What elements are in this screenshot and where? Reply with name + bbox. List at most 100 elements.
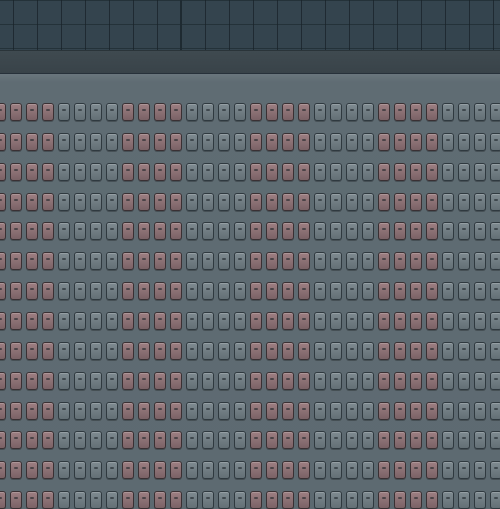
step-button[interactable] <box>170 491 182 509</box>
step-button[interactable] <box>138 103 150 121</box>
step-button[interactable] <box>346 491 358 509</box>
step-button[interactable] <box>26 491 38 509</box>
step-button[interactable] <box>330 491 342 509</box>
step-button[interactable] <box>458 402 470 420</box>
step-button[interactable] <box>458 461 470 479</box>
step-button[interactable] <box>266 491 278 509</box>
step-button[interactable] <box>330 461 342 479</box>
step-button[interactable] <box>106 491 118 509</box>
step-button[interactable] <box>74 282 86 300</box>
step-button[interactable] <box>346 431 358 449</box>
step-button[interactable] <box>42 282 54 300</box>
step-button[interactable] <box>250 372 262 390</box>
step-button[interactable] <box>202 282 214 300</box>
step-button[interactable] <box>106 163 118 181</box>
step-button[interactable] <box>474 193 486 211</box>
step-button[interactable] <box>26 431 38 449</box>
step-button[interactable] <box>362 103 374 121</box>
step-button[interactable] <box>106 372 118 390</box>
step-button[interactable] <box>250 133 262 151</box>
step-button[interactable] <box>58 163 70 181</box>
step-button[interactable] <box>394 372 406 390</box>
step-button[interactable] <box>474 312 486 330</box>
step-button[interactable] <box>26 252 38 270</box>
step-button[interactable] <box>218 491 230 509</box>
step-button[interactable] <box>42 461 54 479</box>
step-button[interactable] <box>474 342 486 360</box>
step-button[interactable] <box>106 282 118 300</box>
step-button[interactable] <box>154 372 166 390</box>
step-button[interactable] <box>74 252 86 270</box>
step-button[interactable] <box>314 103 326 121</box>
step-button[interactable] <box>90 282 102 300</box>
step-button[interactable] <box>330 312 342 330</box>
step-button[interactable] <box>330 222 342 240</box>
step-button[interactable] <box>138 222 150 240</box>
step-button[interactable] <box>154 461 166 479</box>
step-button[interactable] <box>442 342 454 360</box>
step-button[interactable] <box>298 342 310 360</box>
step-button[interactable] <box>106 342 118 360</box>
step-button[interactable] <box>154 402 166 420</box>
step-button[interactable] <box>122 103 134 121</box>
step-button[interactable] <box>42 103 54 121</box>
step-button[interactable] <box>218 312 230 330</box>
step-button[interactable] <box>266 431 278 449</box>
step-button[interactable] <box>234 431 246 449</box>
step-button[interactable] <box>282 431 294 449</box>
step-button[interactable] <box>378 163 390 181</box>
step-button[interactable] <box>10 103 22 121</box>
step-button[interactable] <box>426 372 438 390</box>
step-button[interactable] <box>474 402 486 420</box>
step-button[interactable] <box>458 431 470 449</box>
step-button[interactable] <box>314 402 326 420</box>
step-button[interactable] <box>282 103 294 121</box>
step-button[interactable] <box>42 372 54 390</box>
step-button[interactable] <box>154 342 166 360</box>
step-button[interactable] <box>74 163 86 181</box>
step-button[interactable] <box>442 222 454 240</box>
step-button[interactable] <box>426 431 438 449</box>
step-button[interactable] <box>330 282 342 300</box>
step-button[interactable] <box>26 222 38 240</box>
step-button[interactable] <box>250 342 262 360</box>
step-button[interactable] <box>26 402 38 420</box>
step-button[interactable] <box>106 312 118 330</box>
step-button[interactable] <box>90 461 102 479</box>
step-button[interactable] <box>490 431 500 449</box>
step-button[interactable] <box>202 193 214 211</box>
step-button[interactable] <box>266 282 278 300</box>
step-button[interactable] <box>442 163 454 181</box>
step-button[interactable] <box>458 133 470 151</box>
playlist-grid[interactable] <box>0 0 500 50</box>
step-button[interactable] <box>26 133 38 151</box>
step-button[interactable] <box>330 163 342 181</box>
step-button[interactable] <box>362 402 374 420</box>
step-button[interactable] <box>26 193 38 211</box>
step-button[interactable] <box>378 133 390 151</box>
step-button[interactable] <box>74 431 86 449</box>
step-button[interactable] <box>282 133 294 151</box>
step-button[interactable] <box>458 163 470 181</box>
step-button[interactable] <box>218 402 230 420</box>
step-button[interactable] <box>154 222 166 240</box>
step-button[interactable] <box>362 491 374 509</box>
step-button[interactable] <box>330 103 342 121</box>
step-button[interactable] <box>10 282 22 300</box>
step-button[interactable] <box>282 491 294 509</box>
step-button[interactable] <box>426 342 438 360</box>
step-button[interactable] <box>410 461 422 479</box>
step-button[interactable] <box>314 282 326 300</box>
step-button[interactable] <box>282 193 294 211</box>
step-button[interactable] <box>314 193 326 211</box>
step-button[interactable] <box>362 282 374 300</box>
step-button[interactable] <box>314 163 326 181</box>
step-button[interactable] <box>90 431 102 449</box>
step-button[interactable] <box>490 133 500 151</box>
step-button[interactable] <box>218 193 230 211</box>
step-button[interactable] <box>314 222 326 240</box>
step-button[interactable] <box>90 133 102 151</box>
step-button[interactable] <box>442 372 454 390</box>
step-button[interactable] <box>170 312 182 330</box>
step-button[interactable] <box>154 252 166 270</box>
